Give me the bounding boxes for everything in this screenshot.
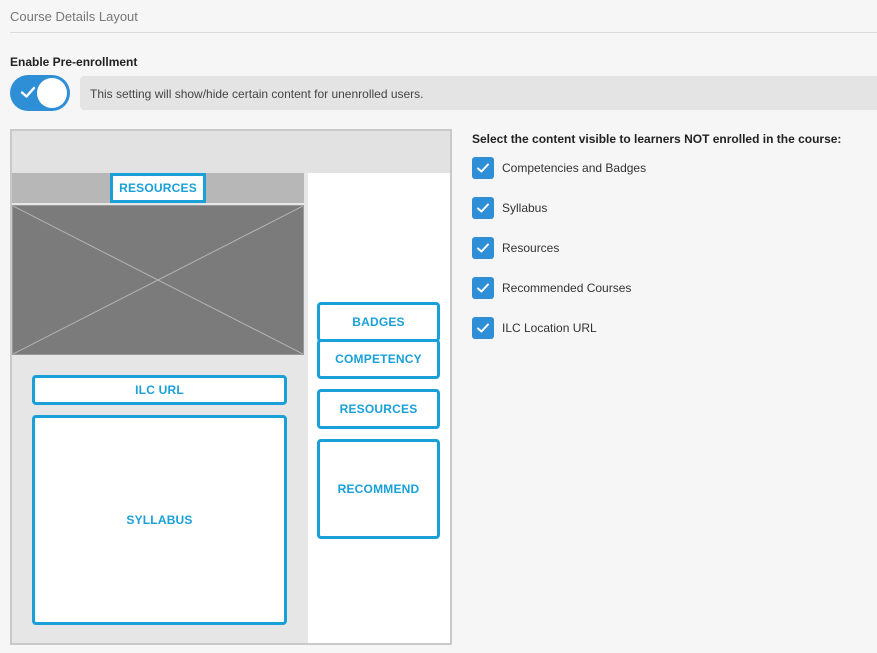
wireframe-competency: COMPETENCY <box>317 339 440 379</box>
checkbox-label: Resources <box>502 241 560 255</box>
preenrollment-label: Enable Pre-enrollment <box>10 55 138 69</box>
checkbox-label: Syllabus <box>502 201 548 215</box>
section-header: Course Details Layout <box>10 0 877 33</box>
preenrollment-toggle[interactable] <box>10 75 70 111</box>
wireframe-recommend: RECOMMEND <box>317 439 440 539</box>
checkbox-label: Competencies and Badges <box>502 161 647 175</box>
check-icon <box>20 86 36 98</box>
preenrollment-info: This setting will show/hide certain cont… <box>80 76 877 110</box>
checkbox-label: Recommended Courses <box>502 281 632 295</box>
checkbox[interactable] <box>472 197 494 219</box>
wireframe-header <box>12 131 450 173</box>
image-placeholder-icon <box>12 205 304 355</box>
wireframe-ilc-url: ILC URL <box>32 375 287 405</box>
check-icon <box>477 323 489 333</box>
toggle-knob <box>37 78 67 108</box>
check-icon <box>477 243 489 253</box>
wireframe-main-column: RESOURCES ILC URL SYLLABUS <box>12 173 308 643</box>
visibility-label: Select the content visible to learners N… <box>472 132 842 146</box>
checkbox-label: ILC Location URL <box>502 321 597 335</box>
check-icon <box>477 163 489 173</box>
check-icon <box>477 283 489 293</box>
checkbox[interactable] <box>472 157 494 179</box>
checkbox[interactable] <box>472 237 494 259</box>
check-icon <box>477 203 489 213</box>
wireframe-tab-resources: RESOURCES <box>110 173 206 203</box>
wireframe-resources: RESOURCES <box>317 389 440 429</box>
checkbox[interactable] <box>472 317 494 339</box>
section-title: Course Details Layout <box>10 9 138 24</box>
wireframe-syllabus: SYLLABUS <box>32 415 287 625</box>
wireframe-badges: BADGES <box>317 302 440 342</box>
checkbox[interactable] <box>472 277 494 299</box>
layout-wireframe: RESOURCES ILC URL SYLLABUS BADGES COMPET… <box>10 129 452 645</box>
